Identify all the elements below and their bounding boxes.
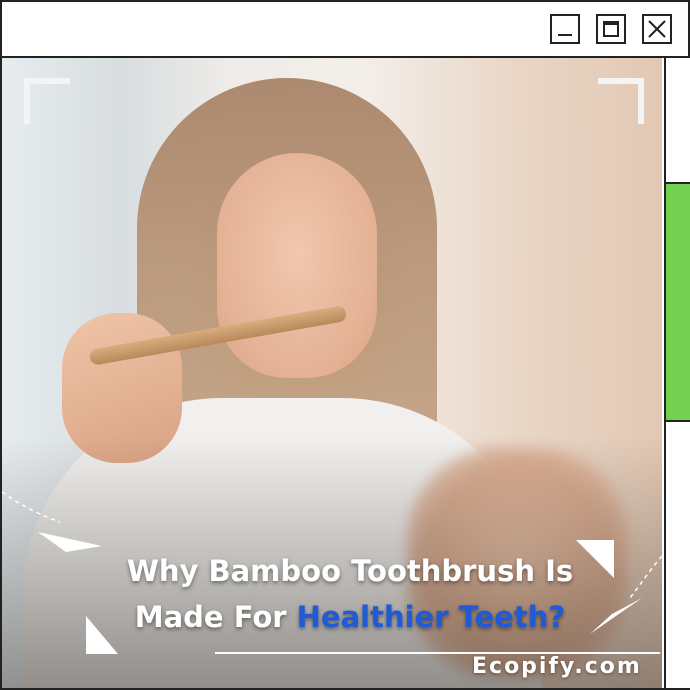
brand-name: Ecopify.com xyxy=(472,654,642,679)
headline-line-2-plain: Made For xyxy=(134,600,297,634)
headline-line-2: Made For Healthier Teeth? xyxy=(80,594,620,640)
headline: Why Bamboo Toothbrush Is Made For Health… xyxy=(80,548,620,640)
headline-accent: Healthier Teeth? xyxy=(296,600,566,634)
dashed-trail-left xyxy=(1,491,61,523)
dashed-trail-right xyxy=(629,555,663,599)
headline-line-1: Why Bamboo Toothbrush Is xyxy=(126,554,574,588)
